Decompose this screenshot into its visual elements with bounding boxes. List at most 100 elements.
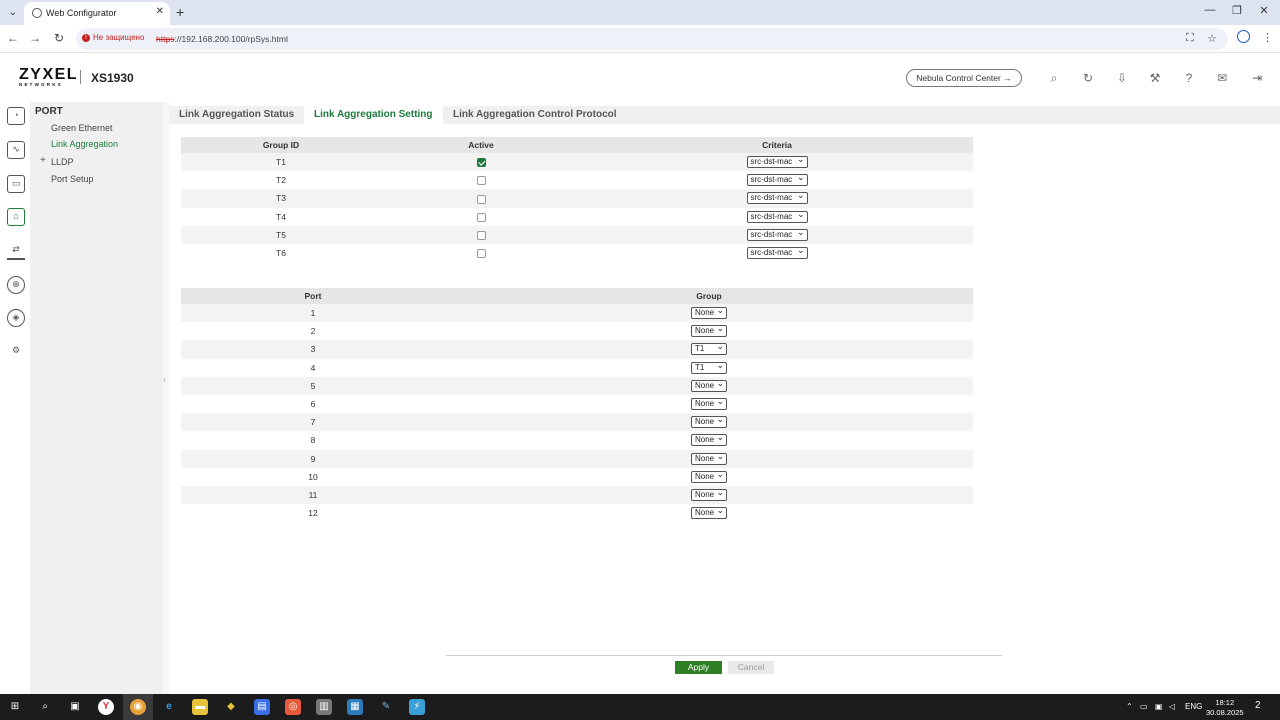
monitor-icon[interactable]: ∿ — [7, 141, 25, 159]
notes-icon[interactable]: ✎ — [378, 699, 394, 715]
profile-icon[interactable] — [1237, 30, 1250, 43]
address-bar[interactable]: ! Не защищено https://192.168.200.100/rp… — [76, 28, 1228, 50]
tab-close-icon[interactable]: ✕ — [156, 6, 164, 17]
language-indicator[interactable]: ENG — [1185, 702, 1202, 711]
browser-tab[interactable]: Web Configurator ✕ — [24, 2, 170, 25]
taskbar: ⊞ ⌕ ▣ Y ◉ e ▬ ◆ ▤ ◎ ▥ ▦ ✎ ⚡ ⌃ ▭ ▣ ◁ ENG … — [0, 694, 1280, 720]
forward-icon[interactable]: → — [27, 31, 43, 45]
active-checkbox[interactable] — [476, 176, 486, 186]
security-icon[interactable]: ◈ — [7, 309, 25, 327]
notification-icon[interactable]: 2 — [1255, 700, 1261, 711]
active-checkbox[interactable] — [476, 212, 486, 222]
group-select[interactable]: T1 — [691, 341, 727, 356]
expand-icon[interactable]: + — [40, 155, 46, 166]
sidebar-item-green-ethernet[interactable]: Green Ethernet — [51, 123, 113, 133]
dashboard-icon[interactable]: ◔ — [7, 107, 25, 125]
cancel-button[interactable]: Cancel — [728, 661, 774, 674]
new-tab-button[interactable]: + — [176, 4, 184, 20]
chrome-icon[interactable]: ◉ — [130, 699, 146, 715]
security-chip[interactable]: ! Не защищено — [82, 33, 144, 42]
app-icon[interactable]: ◆ — [223, 699, 239, 715]
refresh-icon[interactable]: ↻ — [1080, 70, 1096, 86]
edge-icon[interactable]: e — [161, 699, 177, 715]
feedback-icon[interactable]: ✉ — [1214, 70, 1230, 86]
task-view-icon[interactable]: ▣ — [67, 699, 83, 715]
group-select[interactable]: None — [691, 432, 727, 447]
port-cell: 6 — [181, 394, 445, 414]
port-cell: 2 — [181, 322, 445, 341]
start-icon[interactable]: ⊞ — [7, 699, 23, 715]
criteria-select[interactable]: src-dst-mac — [746, 209, 808, 223]
active-checkbox[interactable] — [476, 230, 486, 240]
active-checkbox[interactable] — [476, 194, 486, 204]
tab-search-chevron-icon[interactable]: ⌄ — [6, 6, 20, 20]
groups-table: Group ID Active Criteria T1src-dst-macT2… — [181, 137, 973, 263]
nebula-control-center-button[interactable]: Nebula Control Center → — [906, 69, 1022, 87]
url-text[interactable]: https://192.168.200.100/rpSys.html — [156, 34, 288, 44]
port-icon[interactable]: ⌂ — [7, 208, 25, 226]
network-tool-icon[interactable]: ⚡ — [409, 699, 425, 715]
tray-chevron-icon[interactable]: ⌃ — [1126, 702, 1133, 711]
sidebar-item-lldp[interactable]: LLDP — [51, 157, 74, 167]
apply-button[interactable]: Apply — [675, 661, 722, 674]
tab-link-aggregation-setting[interactable]: Link Aggregation Setting — [304, 106, 443, 126]
content-tabs: Link Aggregation Status Link Aggregation… — [169, 106, 1280, 126]
tray-volume-icon[interactable]: ◁ — [1169, 702, 1175, 711]
search-icon[interactable]: ⌕ — [37, 699, 53, 715]
tab-link-aggregation-status[interactable]: Link Aggregation Status — [169, 106, 304, 126]
group-select[interactable]: None — [691, 487, 727, 501]
network-icon[interactable]: ⊕ — [7, 276, 25, 294]
group-select[interactable]: None — [691, 469, 727, 483]
criteria-cell: src-dst-mac — [581, 153, 973, 172]
search-icon[interactable]: ⌕ — [1046, 70, 1062, 86]
col-criteria: Criteria — [581, 137, 973, 153]
group-select[interactable]: None — [691, 451, 727, 465]
kebab-menu-icon[interactable]: ⋮ — [1262, 31, 1273, 44]
criteria-select[interactable]: src-dst-mac — [746, 154, 808, 169]
group-select[interactable]: T1 — [691, 360, 727, 374]
system-icon[interactable]: ▭ — [7, 175, 25, 193]
reload-icon[interactable]: ↻ — [51, 31, 67, 45]
save-icon[interactable]: ⇩ — [1114, 70, 1130, 86]
maintenance-icon[interactable]: ⚙ — [7, 343, 25, 361]
group-cell: None — [445, 304, 973, 323]
sidebar-item-port-setup[interactable]: Port Setup — [51, 174, 94, 184]
group-select[interactable]: None — [691, 396, 727, 411]
remote-desktop-icon[interactable]: ▦ — [347, 699, 363, 715]
back-icon[interactable]: ← — [5, 31, 21, 45]
switching-icon[interactable]: ⇄ — [7, 242, 25, 260]
criteria-select[interactable]: src-dst-mac — [746, 245, 808, 260]
camera-app-icon[interactable]: ◎ — [285, 699, 301, 715]
file-explorer-icon[interactable]: ▬ — [192, 699, 208, 715]
tray-battery-icon[interactable]: ▭ — [1140, 702, 1148, 711]
group-select[interactable]: None — [691, 505, 727, 520]
star-icon[interactable]: ☆ — [1207, 32, 1217, 45]
col-port: Port — [181, 288, 445, 304]
yandex-browser-icon[interactable]: Y — [98, 699, 114, 715]
main-content: Link Aggregation Status Link Aggregation… — [169, 102, 1280, 694]
active-checkbox[interactable] — [476, 158, 486, 168]
app-icon[interactable]: ▥ — [316, 699, 332, 715]
save-app-icon[interactable]: ▤ — [254, 699, 270, 715]
criteria-select[interactable]: src-dst-mac — [746, 172, 808, 187]
group-select[interactable]: None — [691, 305, 727, 320]
active-checkbox[interactable] — [476, 249, 486, 259]
group-select[interactable]: None — [691, 414, 727, 429]
help-icon[interactable]: ? — [1181, 70, 1197, 86]
tools-icon[interactable]: ⚒ — [1147, 70, 1163, 86]
tray-network-icon[interactable]: ▣ — [1155, 702, 1163, 711]
restore-icon[interactable]: ❐ — [1227, 4, 1247, 17]
minimize-icon[interactable]: — — [1200, 4, 1220, 16]
translate-icon[interactable]: ⛶ — [1186, 32, 1194, 45]
criteria-select[interactable]: src-dst-mac — [746, 227, 808, 241]
tab-link-aggregation-control-protocol[interactable]: Link Aggregation Control Protocol — [443, 106, 627, 126]
group-select[interactable]: None — [691, 378, 727, 392]
table-row: T4 src-dst-mac — [181, 207, 973, 226]
clock[interactable]: 18:12 30.08.2025 — [1206, 698, 1244, 718]
logout-icon[interactable]: ⇥ — [1249, 70, 1265, 86]
close-window-icon[interactable]: ✕ — [1254, 4, 1274, 17]
group-select[interactable]: None — [691, 323, 727, 338]
sidebar-item-link-aggregation[interactable]: Link Aggregation — [51, 139, 118, 149]
col-group: Group — [445, 288, 973, 304]
criteria-select[interactable]: src-dst-mac — [746, 190, 808, 205]
